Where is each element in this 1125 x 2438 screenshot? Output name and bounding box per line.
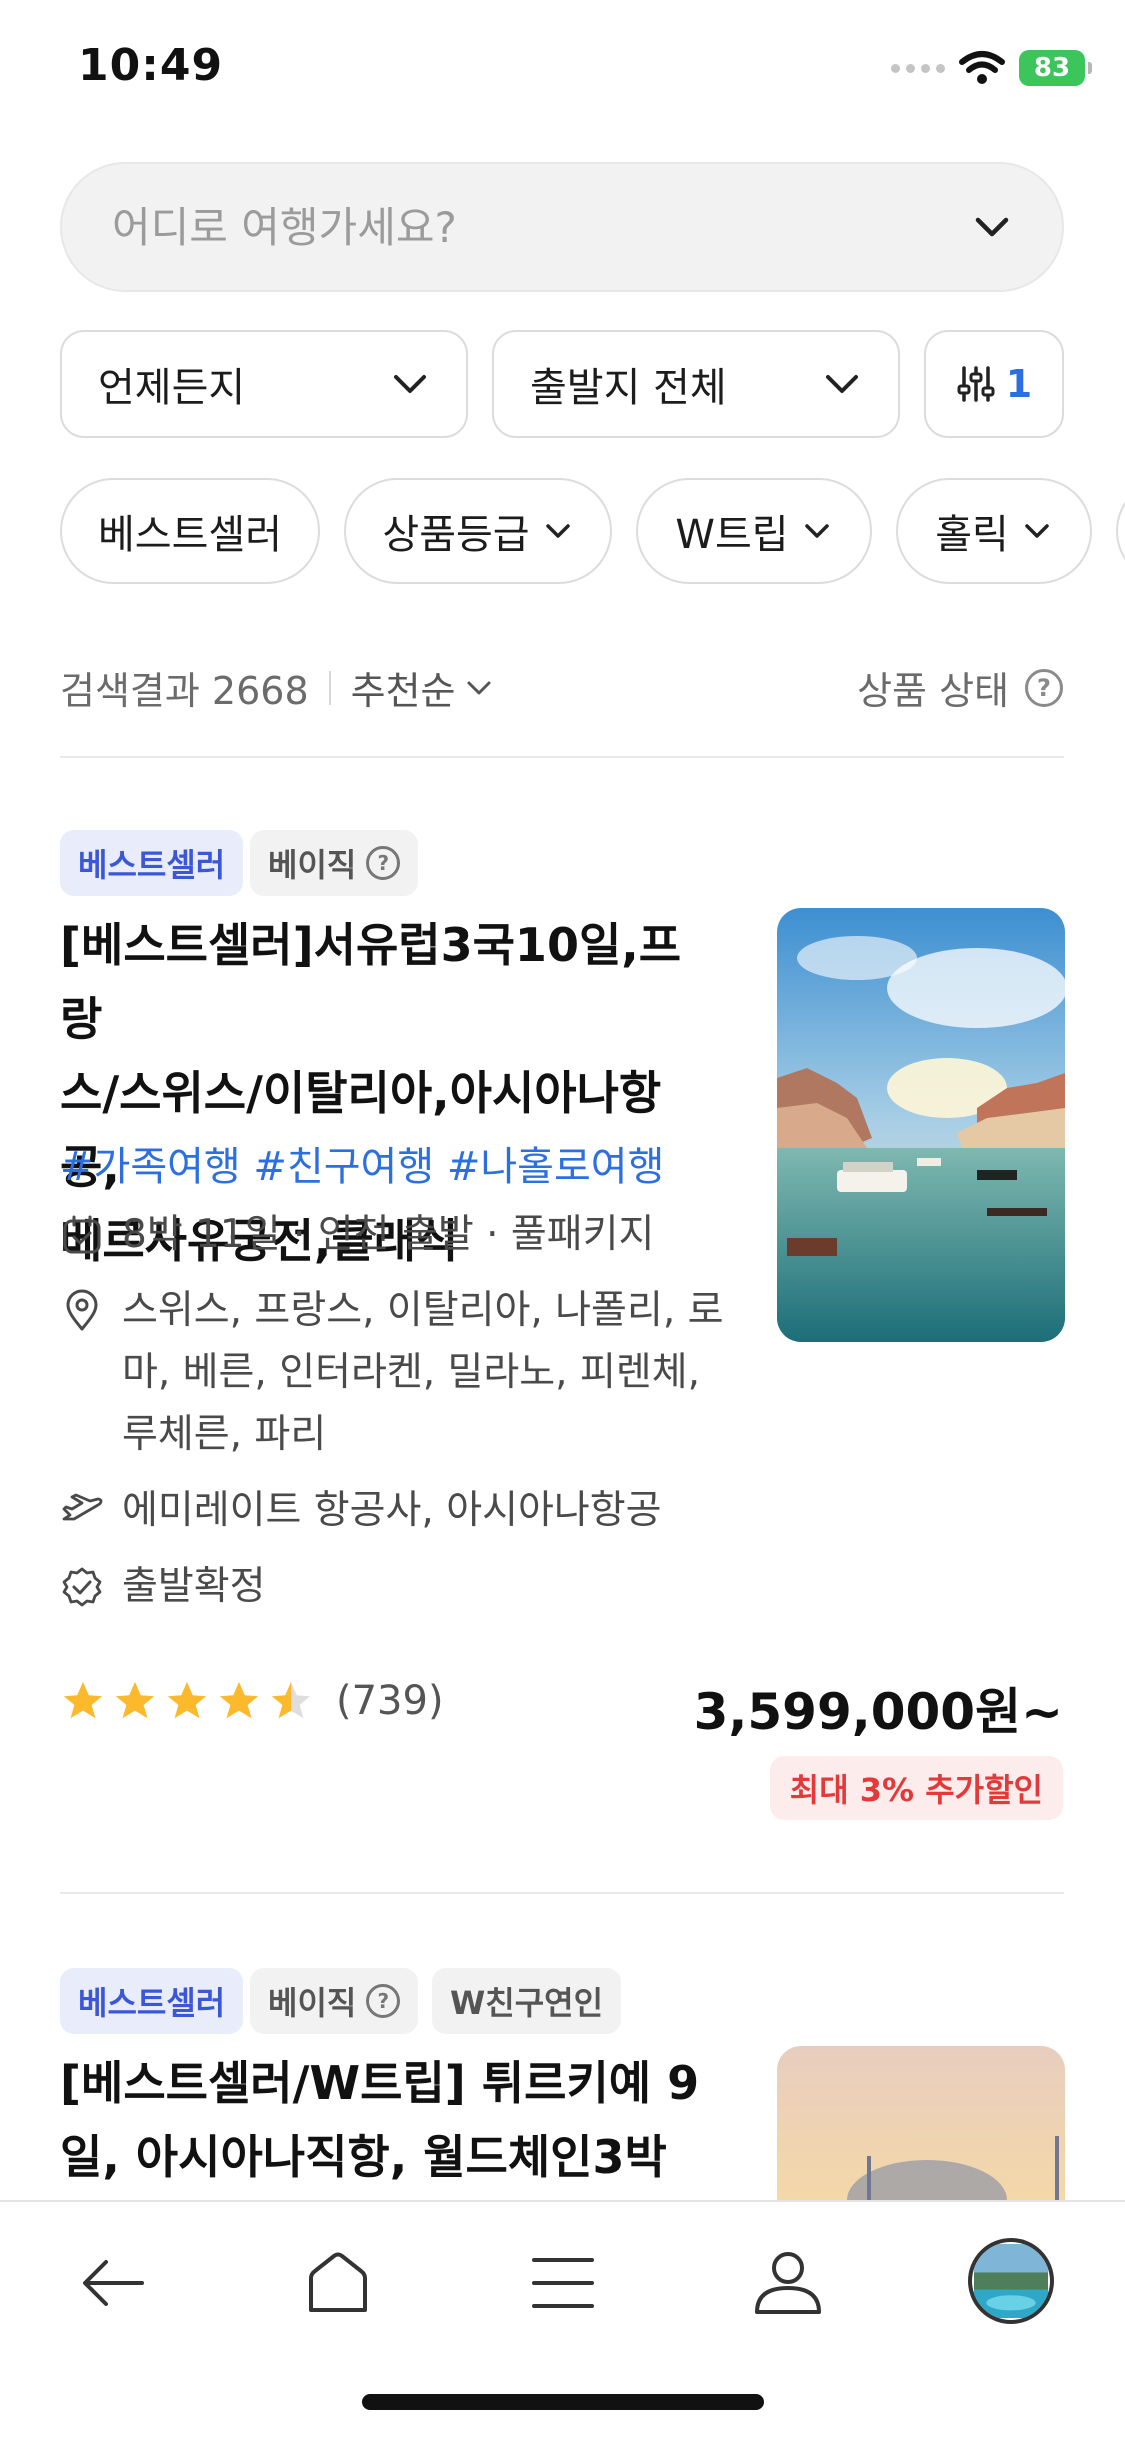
chip-product-grade[interactable]: 상품등급 [344, 478, 612, 584]
departure-filter-label: 출발지 전체 [530, 365, 727, 411]
calendar-check-icon [63, 1215, 101, 1254]
cities-text: 스위스, 프랑스, 이탈리아, 나폴리, 로 마, 베른, 인터라켄, 밀라노,… [122, 1280, 724, 1466]
product-divider [60, 1892, 1064, 1894]
filter-count-badge: 1 [1005, 362, 1033, 406]
badge-label: 베이직 [268, 846, 357, 884]
sort-dropdown[interactable]: 추천순 [351, 660, 494, 715]
menu-button[interactable] [518, 2238, 608, 2328]
chip-overflow[interactable] [1116, 478, 1125, 584]
chip-holic[interactable]: 홀릭 [896, 478, 1092, 584]
status-time: 10:49 [78, 40, 224, 91]
airline-row: 에미레이트 항공사, 아시아나항공 [60, 1480, 740, 1542]
divider [328, 670, 331, 705]
chevron-down-icon[interactable] [970, 205, 1014, 249]
departure-filter-dropdown[interactable]: 출발지 전체 [492, 330, 900, 438]
chevron-down-icon [545, 524, 570, 538]
airline-text: 에미레이트 항공사, 아시아나항공 [122, 1488, 662, 1533]
confirmed-text: 출발확정 [122, 1564, 266, 1609]
rating-stars: (739) [60, 1678, 444, 1724]
verified-check-icon [62, 1567, 102, 1607]
home-button[interactable] [293, 2238, 383, 2328]
wifi-icon [959, 51, 1005, 84]
back-arrow-icon [83, 2260, 144, 2306]
person-icon [755, 2252, 821, 2314]
product-image[interactable] [777, 2046, 1065, 2200]
review-count: (739) [336, 1678, 444, 1724]
home-indicator [362, 2394, 764, 2410]
badge-bestseller: 베스트셀러 [60, 830, 244, 896]
title-line: [베스트셀러/W트립] 튀르키예 9 [60, 2056, 700, 2110]
venice-canal-image [777, 908, 1065, 1342]
mypage-button[interactable] [743, 2238, 833, 2328]
destination-search-bar[interactable] [60, 162, 1064, 292]
chip-label: 베스트셀러 [98, 512, 282, 558]
search-input[interactable] [110, 201, 970, 253]
date-filter-dropdown[interactable]: 언제든지 [60, 330, 468, 438]
signal-icon [891, 63, 945, 73]
chevron-down-icon [1025, 524, 1049, 538]
badge-basic[interactable]: 베이직 ? [250, 830, 419, 896]
cities-line: 마, 베른, 인터라켄, 밀라노, 피렌체, [122, 1350, 701, 1395]
airplane-icon [62, 1493, 103, 1521]
result-count: 검색결과 2668 [60, 669, 309, 713]
location-pin-icon [66, 1289, 98, 1331]
confirmed-row: 출발확정 [60, 1556, 740, 1618]
chevron-down-icon [394, 375, 426, 393]
menu-icon [532, 2258, 594, 2308]
chevron-down-icon [804, 524, 829, 538]
chip-label: 홀릭 [935, 512, 1009, 558]
product-status-label: 상품 상태 [857, 669, 1009, 713]
chevron-down-icon [467, 681, 491, 694]
results-divider [60, 756, 1064, 758]
istanbul-image [777, 2046, 1065, 2200]
star-icon [167, 1681, 207, 1719]
chip-wtrip[interactable]: W트립 [636, 478, 872, 584]
chip-label: 상품등급 [382, 512, 530, 558]
cities-row: 스위스, 프랑스, 이탈리아, 나폴리, 로 마, 베른, 인터라켄, 밀라노,… [60, 1280, 740, 1466]
filter-sliders-icon [957, 366, 995, 402]
cities-line: 루체른, 파리 [122, 1412, 327, 1457]
star-icon [115, 1681, 155, 1719]
cities-line: 스위스, 프랑스, 이탈리아, 나폴리, 로 [122, 1288, 724, 1333]
sort-label: 추천순 [350, 669, 456, 713]
back-button[interactable] [68, 2238, 158, 2328]
product-status-help[interactable]: 상품 상태 ? [857, 660, 1063, 715]
schedule-text: 8박 11일 · 인천 출발 · 풀패키지 [122, 1212, 655, 1257]
title-line: [베스트셀러]서유럽3국10일,프랑 [60, 918, 682, 1046]
status-indicators: 83 [891, 44, 1092, 92]
badge-bestseller: 베스트셀러 [60, 1968, 244, 2034]
badge-friend-couple: W친구연인 [432, 1968, 622, 2034]
chevron-down-icon [826, 375, 858, 393]
schedule-row: 8박 11일 · 인천 출발 · 풀패키지 [60, 1204, 740, 1266]
star-icon [219, 1681, 259, 1719]
chip-bestseller[interactable]: 베스트셀러 [60, 478, 320, 584]
help-icon: ? [366, 846, 401, 880]
home-icon [309, 2252, 367, 2312]
date-filter-label: 언제든지 [98, 365, 246, 411]
product-price: 3,599,000원~ [693, 1683, 1063, 1741]
product-tags[interactable]: #가족여행 #친구여행 #나홀로여행 [60, 1134, 664, 1192]
help-icon: ? [366, 1984, 401, 2018]
badge-basic[interactable]: 베이직 ? [250, 1968, 419, 2034]
battery-indicator: 83 [1019, 50, 1092, 86]
advanced-filter-button[interactable]: 1 [924, 330, 1064, 438]
recent-viewed-button[interactable] [968, 2238, 1054, 2324]
resort-thumbnail [974, 2244, 1048, 2318]
star-half-icon [271, 1681, 311, 1719]
results-bar: 검색결과 2668 추천순 [60, 660, 494, 715]
chip-label: W트립 [675, 512, 789, 558]
star-icon [63, 1681, 103, 1719]
discount-badge: 최대 3% 추가할인 [769, 1756, 1063, 1820]
product-image[interactable] [777, 908, 1065, 1342]
help-icon: ? [1025, 668, 1063, 707]
badge-label: 베이직 [268, 1984, 357, 2022]
